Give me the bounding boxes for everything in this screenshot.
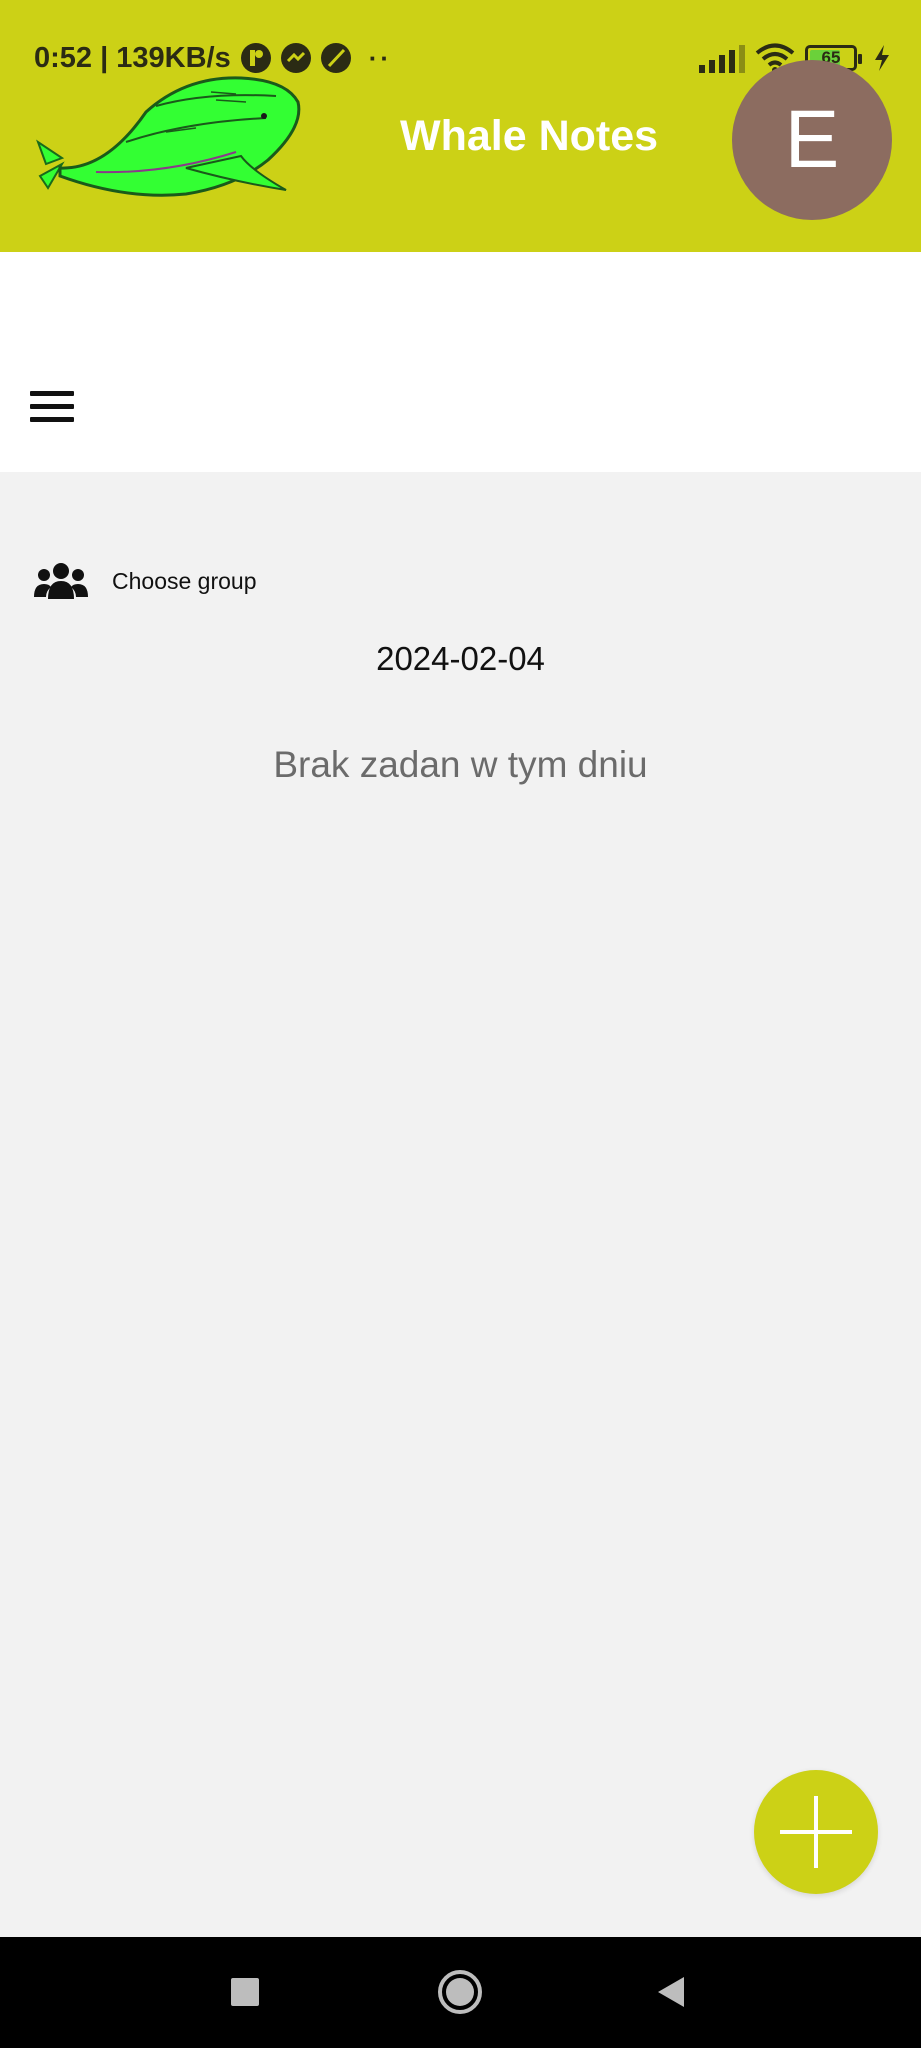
choose-group-label: Choose group	[112, 567, 257, 594]
users-group-icon	[34, 563, 88, 599]
add-task-button[interactable]	[754, 1770, 878, 1894]
plus-icon	[780, 1796, 852, 1868]
messenger-icon	[280, 43, 311, 73]
charging-icon	[875, 45, 889, 71]
status-time-speed: 0:52 | 139KB/s	[34, 41, 231, 74]
signal-icon	[699, 43, 745, 73]
empty-tasks-message: Brak zadan w tym dniu	[273, 744, 648, 785]
selected-date: 2024-02-04	[376, 640, 545, 677]
choose-group-button[interactable]: Choose group	[34, 556, 257, 606]
avatar-letter: E	[784, 94, 840, 185]
user-avatar[interactable]: E	[732, 60, 892, 220]
whale-logo-icon	[36, 76, 301, 197]
recent-apps-icon[interactable]	[220, 1967, 270, 2017]
status-more-dots: ··	[368, 42, 393, 73]
home-icon[interactable]	[435, 1967, 485, 2017]
system-nav-bar	[0, 1937, 921, 2048]
app-title: Whale Notes	[400, 112, 659, 160]
toolbar	[0, 252, 921, 472]
hamburger-menu-icon[interactable]	[30, 382, 90, 430]
app-notification-icon	[240, 43, 271, 73]
back-icon[interactable]	[648, 1967, 698, 2017]
slash-circle-icon	[320, 43, 351, 73]
app-header: 0:52 | 139KB/s ·· 65 Whale Notes E	[0, 0, 921, 252]
